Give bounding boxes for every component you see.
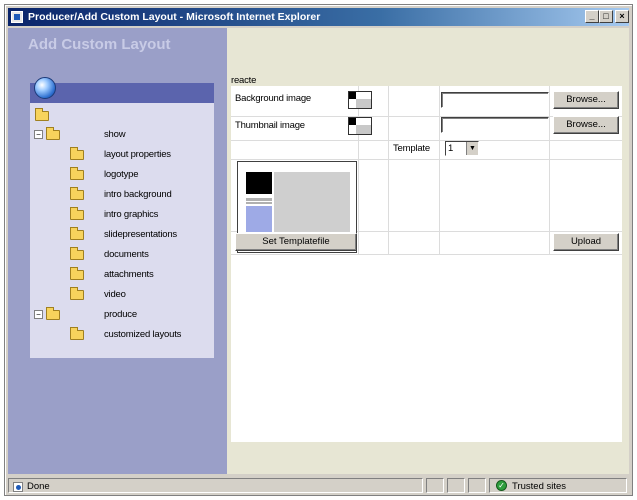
page-icon xyxy=(13,482,23,492)
image-icon xyxy=(348,91,372,109)
divider xyxy=(231,254,622,255)
folder-icon xyxy=(70,227,84,240)
ie-icon xyxy=(11,11,23,23)
template-select[interactable]: 1 ▼ xyxy=(445,141,479,156)
tree-item-slidepresentations[interactable]: slidepresentations xyxy=(104,229,177,240)
minimize-button[interactable]: _ xyxy=(585,10,599,23)
status-main-segment: Done xyxy=(8,478,423,493)
folder-icon xyxy=(70,327,84,340)
maximize-button[interactable]: □ xyxy=(599,10,613,23)
section-label: reacte xyxy=(231,75,257,86)
trusted-zone-icon: ✓ xyxy=(496,480,507,491)
folder-icon xyxy=(70,187,84,200)
background-file-input[interactable] xyxy=(441,92,549,108)
tree-item-intro-graphics[interactable]: intro graphics xyxy=(104,209,158,220)
chevron-down-icon[interactable]: ▼ xyxy=(466,142,478,155)
divider xyxy=(439,86,440,254)
preview-menu-area xyxy=(246,202,272,204)
browser-window: Producer/Add Custom Layout - Microsoft I… xyxy=(4,4,633,496)
preview-logo-area xyxy=(246,172,272,194)
show-expander[interactable]: − xyxy=(34,130,43,139)
divider xyxy=(231,159,622,160)
folder-icon xyxy=(70,247,84,260)
status-segment xyxy=(468,478,486,493)
security-zone-text: Trusted sites xyxy=(512,481,567,492)
tree-item-attachments[interactable]: attachments xyxy=(104,269,154,280)
divider xyxy=(358,86,359,254)
thumbnail-image-label: Thumbnail image xyxy=(235,120,305,131)
root-folder-icon[interactable] xyxy=(35,108,49,121)
browse-background-button[interactable]: Browse... xyxy=(553,91,619,109)
folder-icon xyxy=(70,267,84,280)
security-zone: ✓ Trusted sites xyxy=(489,478,627,493)
thumbnail-file-input[interactable] xyxy=(441,117,549,133)
main-panel: reacte Background image Browse... Thumbn xyxy=(227,28,629,474)
preview-content-area xyxy=(274,172,350,232)
template-label: Template xyxy=(393,143,430,154)
status-bar: Done ✓ Trusted sites xyxy=(8,477,629,494)
upload-button[interactable]: Upload xyxy=(553,233,619,251)
preview-side-area xyxy=(246,206,272,232)
left-panel: Add Custom Layout − show layout properti… xyxy=(8,28,227,474)
produce-folder-icon[interactable] xyxy=(46,307,60,320)
tree-item-customized-layouts[interactable]: customized layouts xyxy=(104,329,181,340)
status-segment xyxy=(426,478,444,493)
globe-icon xyxy=(34,77,56,99)
divider xyxy=(388,86,389,254)
preview-menu-area xyxy=(246,198,272,201)
tree-item-logotype[interactable]: logotype xyxy=(104,169,139,180)
tree-item-layout-properties[interactable]: layout properties xyxy=(104,149,171,160)
status-text: Done xyxy=(27,481,50,492)
template-select-value: 1 xyxy=(448,143,454,154)
tree-item-documents[interactable]: documents xyxy=(104,249,149,260)
form-area: Background image Browse... Thumbnail ima… xyxy=(231,86,622,442)
tree-item-intro-background[interactable]: intro background xyxy=(104,189,172,200)
close-button[interactable]: × xyxy=(615,10,629,23)
status-segment xyxy=(447,478,465,493)
image-icon xyxy=(348,117,372,135)
tree-item-show[interactable]: show xyxy=(104,129,126,140)
folder-icon xyxy=(70,287,84,300)
produce-expander[interactable]: − xyxy=(34,310,43,319)
folder-icon xyxy=(70,207,84,220)
folder-icon xyxy=(70,147,84,160)
page-title: Add Custom Layout xyxy=(28,36,171,53)
show-folder-icon[interactable] xyxy=(46,127,60,140)
divider xyxy=(231,140,622,141)
divider xyxy=(549,86,550,254)
folder-icon xyxy=(70,167,84,180)
title-bar[interactable]: Producer/Add Custom Layout - Microsoft I… xyxy=(8,8,629,26)
browse-thumbnail-button[interactable]: Browse... xyxy=(553,116,619,134)
window-title: Producer/Add Custom Layout - Microsoft I… xyxy=(28,11,321,23)
tree-header xyxy=(30,83,214,103)
tree-item-video[interactable]: video xyxy=(104,289,126,300)
set-templatefile-button[interactable]: Set Templatefile xyxy=(235,233,357,251)
background-image-label: Background image xyxy=(235,93,312,104)
navigation-tree: − show layout properties logotype intro … xyxy=(30,77,214,358)
tree-item-produce[interactable]: produce xyxy=(104,309,137,320)
page-viewport: Add Custom Layout − show layout properti… xyxy=(8,28,629,474)
